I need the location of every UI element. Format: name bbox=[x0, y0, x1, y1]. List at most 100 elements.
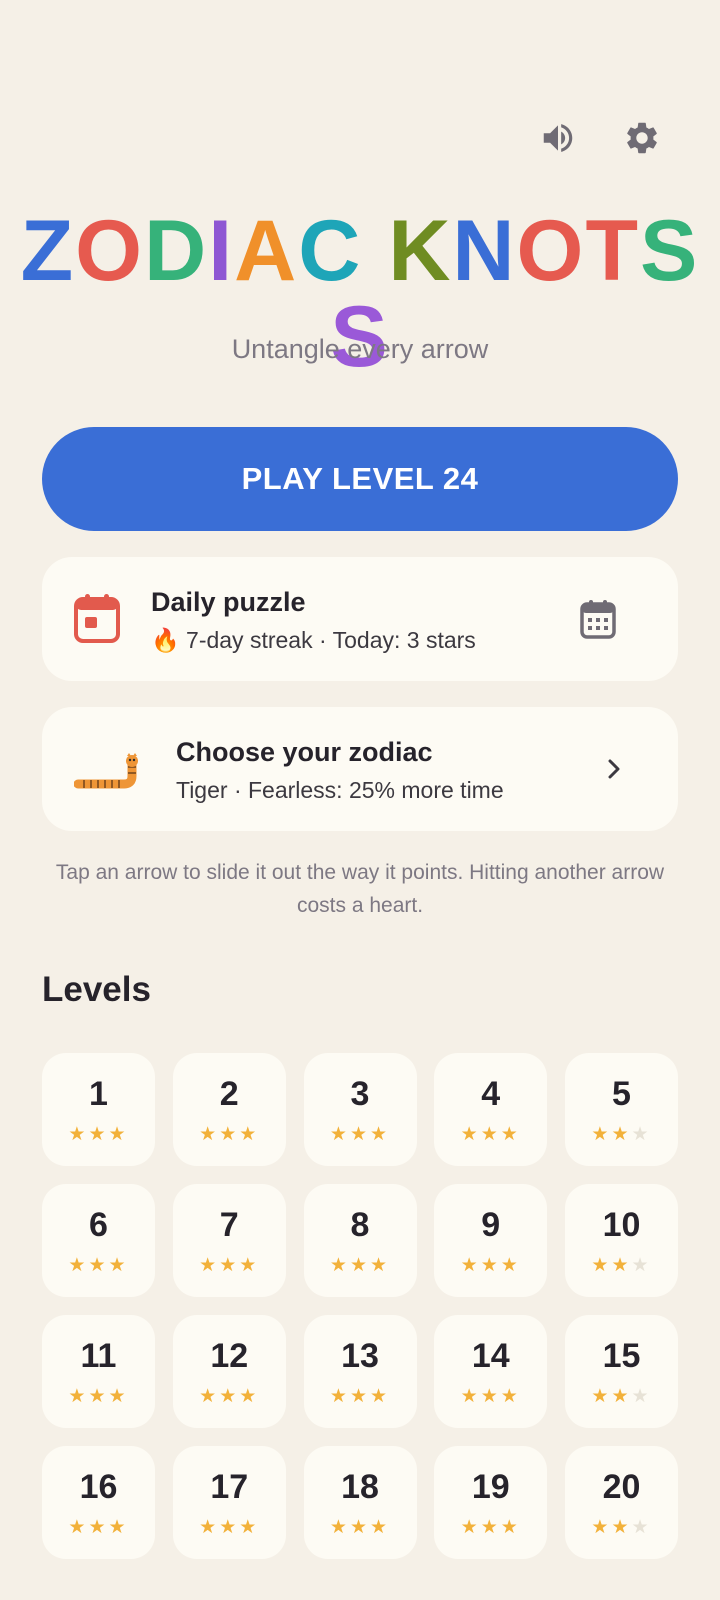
level-stars: ★★★ bbox=[434, 1387, 547, 1406]
title-letter: O bbox=[516, 203, 586, 299]
instructions-text: Tap an arrow to slide it out the way it … bbox=[55, 861, 665, 917]
level-stars: ★★★ bbox=[304, 1125, 417, 1144]
level-tile[interactable]: 4 ★★★ bbox=[434, 1053, 548, 1166]
star-filled-icon: ★ bbox=[108, 1124, 129, 1145]
star-filled-icon: ★ bbox=[349, 1517, 371, 1538]
level-stars: ★★★ bbox=[173, 1518, 286, 1537]
title-letter: D bbox=[144, 203, 209, 299]
star-filled-icon: ★ bbox=[239, 1386, 260, 1407]
star-filled-icon: ★ bbox=[329, 1517, 350, 1538]
star-filled-icon: ★ bbox=[219, 1517, 240, 1538]
level-tile[interactable]: 11 ★★★ bbox=[42, 1315, 155, 1428]
level-stars: ★★★ bbox=[42, 1256, 155, 1275]
title-letter: O bbox=[75, 203, 145, 299]
level-number: 19 bbox=[471, 1468, 510, 1506]
title-letter: N bbox=[452, 203, 517, 299]
star-filled-icon: ★ bbox=[370, 1517, 391, 1538]
star-filled-icon: ★ bbox=[108, 1255, 129, 1276]
level-number: 1 bbox=[89, 1075, 108, 1113]
star-filled-icon: ★ bbox=[460, 1386, 481, 1407]
level-tile[interactable]: 6 ★★★ bbox=[42, 1184, 155, 1297]
star-filled-icon: ★ bbox=[219, 1386, 240, 1407]
level-tile[interactable]: 12 ★★★ bbox=[172, 1315, 286, 1428]
star-filled-icon: ★ bbox=[88, 1386, 109, 1407]
star-filled-icon: ★ bbox=[329, 1255, 350, 1276]
level-tile[interactable]: 3 ★★★ bbox=[303, 1053, 417, 1166]
star-filled-icon: ★ bbox=[68, 1124, 89, 1145]
level-tile[interactable]: 1 ★★★ bbox=[42, 1053, 155, 1166]
level-tile[interactable]: 14 ★★★ bbox=[434, 1315, 548, 1428]
level-stars: ★★★ bbox=[173, 1125, 286, 1144]
daily-puzzle-card[interactable]: Daily puzzle 🔥 7-day streak · Today: 3 s… bbox=[42, 557, 678, 681]
star-filled-icon: ★ bbox=[349, 1386, 371, 1407]
level-number: 8 bbox=[350, 1206, 370, 1244]
title-letter: K bbox=[388, 203, 453, 299]
level-tile[interactable]: 10 ★★★ bbox=[565, 1184, 678, 1297]
title-letter: I bbox=[208, 203, 235, 299]
level-tile[interactable]: 13 ★★★ bbox=[303, 1315, 417, 1428]
star-filled-icon: ★ bbox=[68, 1517, 89, 1538]
level-tile[interactable]: 19 ★★★ bbox=[434, 1446, 548, 1559]
title-letter: Z bbox=[20, 203, 76, 299]
star-filled-icon: ★ bbox=[460, 1255, 481, 1276]
daily-puzzle-title: Daily puzzle bbox=[151, 587, 306, 617]
star-filled-icon: ★ bbox=[480, 1517, 501, 1538]
star-filled-icon: ★ bbox=[591, 1124, 612, 1145]
star-filled-icon: ★ bbox=[239, 1255, 260, 1276]
level-tile[interactable]: 16 ★★★ bbox=[42, 1446, 155, 1559]
star-filled-icon: ★ bbox=[480, 1255, 501, 1276]
level-stars: ★★★ bbox=[565, 1387, 678, 1406]
star-filled-icon: ★ bbox=[349, 1124, 371, 1145]
level-tile[interactable]: 9 ★★★ bbox=[434, 1184, 548, 1297]
star-empty-icon: ★ bbox=[631, 1386, 652, 1407]
star-filled-icon: ★ bbox=[88, 1517, 109, 1538]
star-filled-icon: ★ bbox=[108, 1386, 129, 1407]
level-stars: ★★★ bbox=[173, 1387, 286, 1406]
star-filled-icon: ★ bbox=[219, 1255, 240, 1276]
level-tile[interactable]: 2 ★★★ bbox=[172, 1053, 286, 1166]
level-tile[interactable]: 20 ★★★ bbox=[565, 1446, 678, 1559]
zodiac-card[interactable]: Choose your zodiac Tiger · Fearless: 25%… bbox=[42, 707, 678, 831]
settings-button[interactable] bbox=[622, 118, 662, 158]
play-level-button[interactable]: PLAY LEVEL 24 bbox=[42, 427, 678, 531]
star-filled-icon: ★ bbox=[591, 1386, 612, 1407]
level-number: 15 bbox=[602, 1337, 641, 1375]
star-filled-icon: ★ bbox=[460, 1124, 481, 1145]
level-tile[interactable]: 7 ★★★ bbox=[172, 1184, 286, 1297]
level-number: 9 bbox=[481, 1206, 501, 1244]
sound-button[interactable] bbox=[538, 118, 578, 158]
level-tile[interactable]: 5 ★★★ bbox=[565, 1053, 678, 1166]
star-filled-icon: ★ bbox=[370, 1255, 391, 1276]
level-stars: ★★★ bbox=[304, 1518, 417, 1537]
level-number: 14 bbox=[471, 1337, 510, 1375]
title-letter: S bbox=[639, 203, 700, 299]
star-filled-icon: ★ bbox=[500, 1255, 521, 1276]
star-filled-icon: ★ bbox=[480, 1386, 501, 1407]
level-stars: ★★★ bbox=[565, 1125, 678, 1144]
star-filled-icon: ★ bbox=[500, 1386, 521, 1407]
level-stars: ★★★ bbox=[434, 1256, 547, 1275]
level-tile[interactable]: 15 ★★★ bbox=[565, 1315, 678, 1428]
speaker-icon bbox=[543, 124, 573, 152]
level-stars: ★★★ bbox=[434, 1518, 547, 1537]
level-stars: ★★★ bbox=[42, 1518, 155, 1537]
level-tile[interactable]: 17 ★★★ bbox=[172, 1446, 286, 1559]
star-filled-icon: ★ bbox=[239, 1124, 260, 1145]
star-filled-icon: ★ bbox=[500, 1517, 521, 1538]
star-empty-icon: ★ bbox=[631, 1255, 652, 1276]
game-subtitle: Untangle every arrow bbox=[231, 334, 489, 364]
star-filled-icon: ★ bbox=[199, 1255, 220, 1276]
gear-icon bbox=[627, 122, 657, 154]
title-letter: A bbox=[234, 203, 299, 299]
level-stars: ★★★ bbox=[304, 1256, 417, 1275]
zodiac-title: Choose your zodiac bbox=[176, 737, 433, 767]
level-tile[interactable]: 8 ★★★ bbox=[303, 1184, 417, 1297]
level-stars: ★★★ bbox=[173, 1256, 286, 1275]
zodiac-description: Tiger · Fearless: 25% more time bbox=[176, 777, 504, 803]
level-stars: ★★★ bbox=[565, 1256, 678, 1275]
level-number: 6 bbox=[89, 1206, 108, 1244]
star-filled-icon: ★ bbox=[500, 1124, 521, 1145]
star-filled-icon: ★ bbox=[329, 1124, 350, 1145]
level-tile[interactable]: 18 ★★★ bbox=[303, 1446, 417, 1559]
star-filled-icon: ★ bbox=[219, 1124, 240, 1145]
